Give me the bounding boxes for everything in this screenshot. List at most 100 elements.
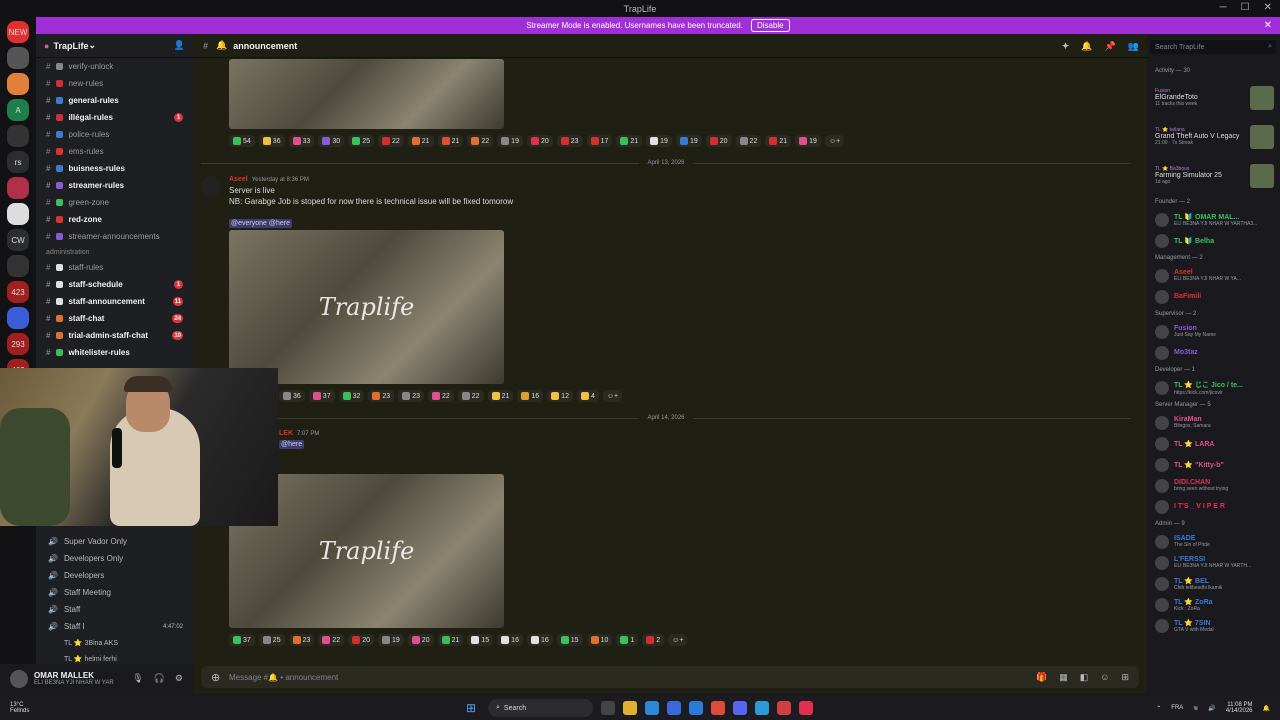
member-list-icon[interactable]: 👥 xyxy=(1128,41,1139,52)
author-avatar[interactable] xyxy=(201,176,221,196)
wifi-icon[interactable]: ≋ xyxy=(1193,705,1198,712)
message-image[interactable]: Traplife xyxy=(229,230,504,384)
plus-icon[interactable]: ⊕ xyxy=(211,671,220,684)
reaction[interactable]: 15 xyxy=(556,634,583,646)
server-icon[interactable] xyxy=(7,307,29,329)
member-item[interactable]: TL 🔰 Belha xyxy=(1147,230,1280,251)
channel-item[interactable]: # green-zone xyxy=(36,194,193,211)
voice-channel[interactable]: 🔊 Developers xyxy=(36,567,193,584)
message-input[interactable]: ⊕ Message #🔔 • announcement 🎁 ▦ ◧ ☺ ⊞ xyxy=(201,666,1139,688)
reaction[interactable]: 23 xyxy=(398,390,424,402)
server-icon[interactable] xyxy=(7,47,29,69)
pin-icon[interactable]: 📌 xyxy=(1105,41,1116,52)
member-item[interactable]: ISADE The Sin of Pride xyxy=(1147,531,1280,552)
reaction[interactable]: 23 xyxy=(556,135,583,147)
discord-icon[interactable] xyxy=(733,701,747,715)
close-banner-icon[interactable]: ✕ xyxy=(1264,20,1272,31)
reaction[interactable]: 16 xyxy=(497,634,523,646)
close-icon[interactable]: ✕ xyxy=(1264,2,1272,13)
reaction[interactable]: 21 xyxy=(616,135,643,147)
taskbar-search[interactable]: ⌕ Search xyxy=(488,699,593,717)
activity-item[interactable]: Fusion ElGrandeToto 11 tracks this week xyxy=(1147,78,1280,117)
reaction[interactable]: 30 xyxy=(318,135,345,147)
reaction[interactable]: 16 xyxy=(526,634,553,646)
server-icon[interactable]: 423 xyxy=(7,281,29,303)
member-item[interactable]: Aseel ELI BE3NA YJI NHAR W YA... xyxy=(1147,265,1280,286)
outlook-icon[interactable] xyxy=(689,701,703,715)
server-icon[interactable] xyxy=(7,177,29,199)
member-item[interactable]: Mo3taz xyxy=(1147,342,1280,363)
reaction[interactable]: 54 xyxy=(229,135,255,147)
reaction[interactable]: 21 xyxy=(437,634,464,646)
add-reaction-icon[interactable]: ☺+ xyxy=(602,390,623,402)
reaction[interactable]: 25 xyxy=(258,634,285,646)
channel-item[interactable]: # new-rules xyxy=(36,75,193,92)
message-image[interactable] xyxy=(229,59,504,129)
reaction[interactable]: 22 xyxy=(467,135,494,147)
reaction[interactable]: 37 xyxy=(229,634,255,646)
steam-icon[interactable] xyxy=(755,701,769,715)
reaction[interactable]: 16 xyxy=(517,390,544,402)
reaction[interactable]: 15 xyxy=(467,634,494,646)
author-name[interactable]: Aseel xyxy=(229,176,248,183)
reaction[interactable]: 19 xyxy=(497,135,523,147)
server-icon[interactable] xyxy=(7,125,29,147)
windows-start-icon[interactable]: ⊞ xyxy=(466,701,480,715)
reaction[interactable]: 21 xyxy=(487,390,514,402)
reaction[interactable]: 36 xyxy=(258,135,285,147)
voice-channel[interactable]: 🔊 Staff Meeting xyxy=(36,584,193,601)
reaction[interactable]: 20 xyxy=(407,634,434,646)
reaction[interactable]: 20 xyxy=(348,634,374,646)
reaction[interactable]: 1 xyxy=(616,634,639,646)
reaction[interactable]: 33 xyxy=(288,135,315,147)
reaction[interactable]: 22 xyxy=(377,135,404,147)
reaction[interactable]: 25 xyxy=(348,135,374,147)
reaction[interactable]: 37 xyxy=(308,390,335,402)
chrome-icon[interactable] xyxy=(711,701,725,715)
chevron-up-icon[interactable]: ⌃ xyxy=(1156,705,1161,712)
mention[interactable]: @everyone @here xyxy=(229,219,292,228)
store-icon[interactable] xyxy=(667,701,681,715)
reaction[interactable]: 4 xyxy=(576,390,599,402)
search-input[interactable]: Search TrapLife ⌕ xyxy=(1150,40,1276,54)
weather-widget[interactable]: 13°C Fellnds xyxy=(10,702,29,714)
threads-icon[interactable]: ✦ xyxy=(1062,41,1070,52)
emoji-icon[interactable]: ☺ xyxy=(1100,672,1109,683)
reaction[interactable]: 21 xyxy=(407,135,434,147)
edge-icon[interactable] xyxy=(645,701,659,715)
reaction[interactable]: 21 xyxy=(437,135,464,147)
minimize-icon[interactable]: ─ xyxy=(1220,2,1227,13)
reaction[interactable]: 12 xyxy=(547,390,573,402)
apps-icon[interactable]: ⊞ xyxy=(1121,672,1129,683)
member-item[interactable]: DIDI.CHAN bring seen without trying xyxy=(1147,475,1280,496)
member-item[interactable]: L'FERSSI ELI BE3NA YJI NHAR W YARTH... xyxy=(1147,552,1280,573)
voice-channel[interactable]: 🔊 Developers Only xyxy=(36,550,193,567)
reaction[interactable]: 21 xyxy=(765,135,792,147)
server-icon[interactable]: NEW xyxy=(7,21,29,43)
voice-channel[interactable]: 🔊 Staff I 4:47:02 xyxy=(36,618,193,635)
reaction[interactable]: 19 xyxy=(795,135,821,147)
voice-user[interactable]: TL ⭐ 3Bina AKS xyxy=(36,635,193,651)
server-icon[interactable] xyxy=(7,203,29,225)
add-reaction-icon[interactable]: ☺+ xyxy=(824,135,845,147)
reaction[interactable]: 10 xyxy=(586,634,613,646)
category-administration[interactable]: administration xyxy=(36,245,193,259)
reaction[interactable]: 17 xyxy=(586,135,613,147)
member-item[interactable]: BaFimili xyxy=(1147,286,1280,307)
server-icon[interactable]: A xyxy=(7,99,29,121)
channel-item[interactable]: # staff-announcement 11 xyxy=(36,293,193,310)
channel-item[interactable]: # police-rules xyxy=(36,126,193,143)
sticker-icon[interactable]: ◧ xyxy=(1080,672,1089,683)
reaction[interactable]: 23 xyxy=(368,390,395,402)
disable-button[interactable]: Disable xyxy=(750,19,790,32)
notification-icon[interactable]: 🔔 xyxy=(1081,41,1092,52)
member-item[interactable]: Fusion Just Say My Name xyxy=(1147,321,1280,342)
server-icon[interactable]: CW xyxy=(7,229,29,251)
channel-item[interactable]: # ems-rules xyxy=(36,143,193,160)
lang-indicator[interactable]: FRA xyxy=(1171,705,1183,711)
reaction[interactable]: 19 xyxy=(646,135,672,147)
reaction[interactable]: 23 xyxy=(288,634,315,646)
channel-item[interactable]: # staff-chat 24 xyxy=(36,310,193,327)
voice-channel[interactable]: 🔊 Super Vador Only xyxy=(36,533,193,550)
server-icon[interactable] xyxy=(7,73,29,95)
